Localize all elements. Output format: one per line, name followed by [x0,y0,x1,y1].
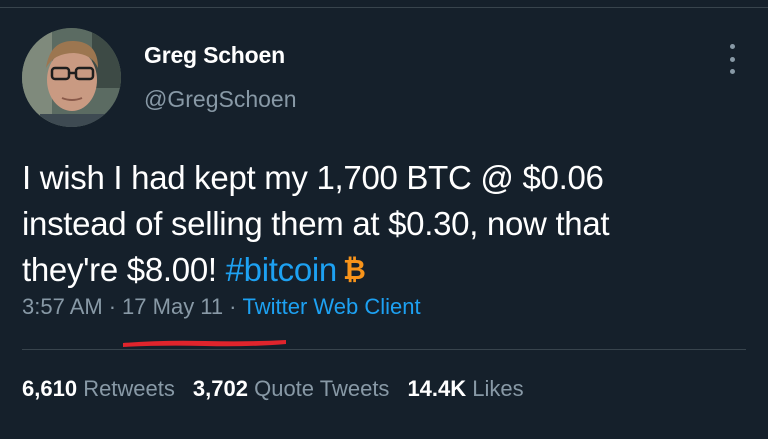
retweets-count: 6,610 [22,376,78,401]
author-display-name[interactable]: Greg Schoen [144,42,285,69]
more-options-icon[interactable] [722,44,742,74]
tweet-text-line-3-prefix: they're $8.00! [22,251,226,288]
meta-separator: · [108,294,117,319]
hashtag-link[interactable]: #bitcoin [226,251,338,288]
tweet-text-line-1: I wish I had kept my 1,700 BTC @ $0.06 [22,159,604,196]
tweet-card: Greg Schoen @GregSchoen I wish I had kep… [0,0,768,439]
retweets-label: Retweets [83,376,175,401]
tweet-client-link[interactable]: Twitter Web Client [242,294,420,319]
quote-tweets-stat[interactable]: 3,702 Quote Tweets [193,376,390,401]
avatar-image [22,28,121,127]
tweet-stats: 6,610 Retweets 3,702 Quote Tweets 14.4K Li… [22,376,542,402]
likes-stat[interactable]: 14.4K Likes [407,376,523,401]
tweet-text-line-3: they're $8.00! #bitcoin ₿ [22,247,742,293]
more-dot [729,56,735,62]
tweet-time[interactable]: 3:57 AM [22,294,103,319]
tweet-text-line-2: instead of selling them at $0.30, now th… [22,205,610,242]
tweet-text: I wish I had kept my 1,700 BTC @ $0.06 i… [22,155,742,293]
retweets-stat[interactable]: 6,610 Retweets [22,376,175,401]
meta-separator: · [229,294,237,319]
quote-tweets-label: Quote Tweets [254,376,390,401]
likes-count: 14.4K [407,376,467,401]
more-dot [729,69,735,74]
more-dot [729,44,735,49]
author-handle[interactable]: @GregSchoen [144,86,297,113]
tweet-meta: 3:57 AM · 17 May 11 · Twitter Web Client [22,294,421,320]
red-underline-annotation [123,340,286,347]
quote-tweets-count: 3,702 [192,376,248,401]
bitcoin-icon: ₿ [342,254,366,285]
tweet-date[interactable]: 17 May 11 [122,294,223,319]
avatar[interactable] [22,28,121,127]
likes-label: Likes [472,376,524,401]
stats-divider [22,349,746,350]
top-divider [0,7,768,8]
